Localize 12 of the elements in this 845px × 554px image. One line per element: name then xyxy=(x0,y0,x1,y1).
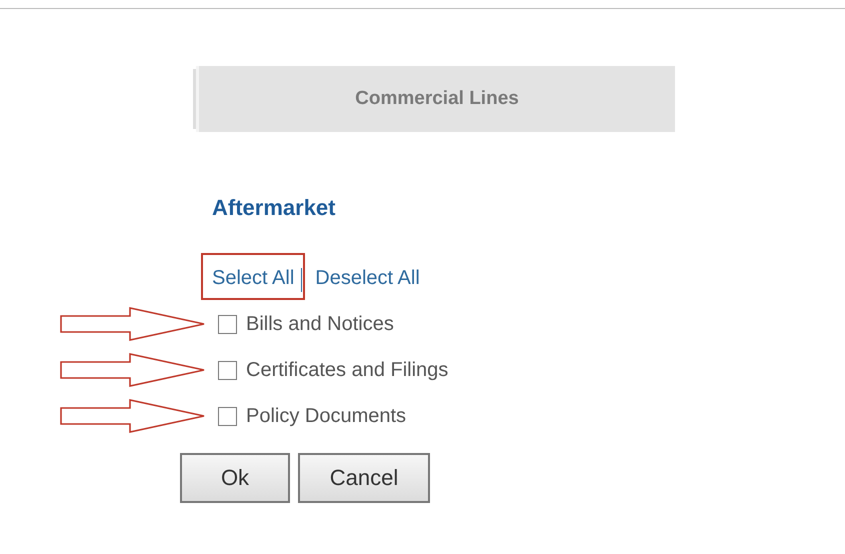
dialog-button[interactable]: Cancel xyxy=(298,453,430,503)
checkbox[interactable] xyxy=(218,406,237,426)
option-label: Certificates and Filings xyxy=(246,358,448,382)
dialog-button[interactable]: Ok xyxy=(180,453,290,503)
checkbox[interactable] xyxy=(218,314,237,334)
section-title: Aftermarket xyxy=(212,195,336,221)
option-label: Policy Documents xyxy=(246,404,406,428)
header-title: Commercial Lines xyxy=(355,88,519,110)
checkbox[interactable] xyxy=(218,360,237,380)
select-link[interactable]: Deselect All xyxy=(304,252,431,300)
select-link[interactable]: Select All xyxy=(201,252,306,300)
option-label: Bills and Notices xyxy=(246,312,394,336)
